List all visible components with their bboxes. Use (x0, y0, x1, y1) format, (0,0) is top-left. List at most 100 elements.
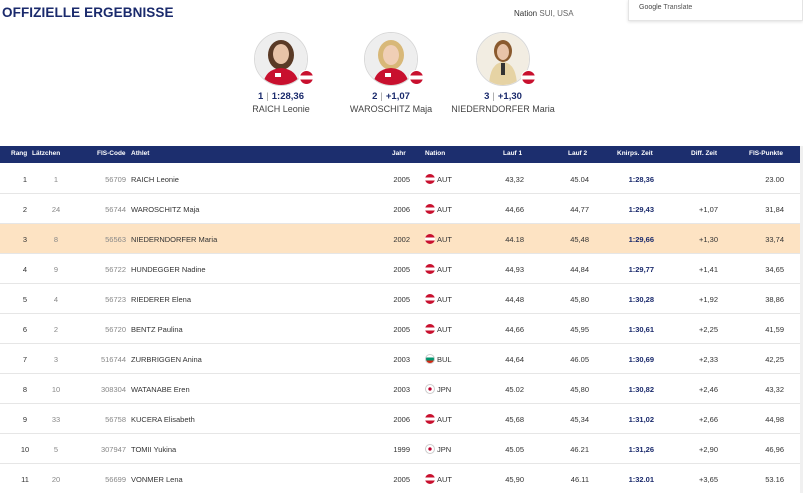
diff-time-cell: +1,30 (699, 235, 718, 244)
year-cell: 2003 (393, 385, 410, 394)
podium-name: RAICH Leonie (252, 104, 310, 114)
aut-flag-icon (425, 294, 435, 304)
header-lauf-1[interactable]: Lauf 1 (503, 150, 522, 157)
bib-cell: 33 (51, 415, 61, 424)
athlete-name-cell[interactable]: NIEDERNDORFER Maria (131, 235, 217, 244)
athlete-name-cell[interactable]: TOMII Yukina (131, 445, 176, 454)
run1-cell: 44,48 (505, 295, 524, 304)
total-time-cell: 1:30,82 (628, 385, 654, 394)
fis-code-cell: 516744 (100, 355, 126, 364)
nation-cell: AUT (437, 325, 452, 334)
athlete-name-cell[interactable]: RIEDERER Elena (131, 295, 191, 304)
fis-code-cell: 56699 (105, 475, 126, 484)
fis-code-cell: 56723 (105, 295, 126, 304)
header-fis-code[interactable]: FIS-Code (97, 150, 126, 157)
run1-cell: 44,66 (505, 205, 524, 214)
fis-code-cell: 56720 (105, 325, 126, 334)
podium-name: NIEDERNDORFER Maria (451, 104, 555, 114)
table-row[interactable]: 3 8 56563 NIEDERNDORFER Maria 2002 AUT 44.18 45… (0, 224, 800, 254)
run1-cell: 44.18 (505, 235, 524, 244)
header-rang[interactable]: Rang (11, 150, 27, 157)
podium-rank: 3 (484, 91, 490, 102)
header-total-time[interactable]: Knirps. Zeit (617, 150, 653, 157)
bib-cell: 20 (51, 475, 61, 484)
table-row[interactable]: 9 33 56758 KUCERA Elisabeth 2006 AUT 45,68 45,3… (0, 404, 800, 434)
year-cell: 2006 (393, 415, 410, 424)
austria-flag-icon (299, 70, 314, 85)
run2-cell: 45,95 (570, 325, 589, 334)
rank-cell: 4 (22, 265, 28, 274)
fis-code-cell: 56709 (105, 175, 126, 184)
podium-2[interactable]: 2 | +1,07 WAROSCHITZ Maja (331, 32, 451, 115)
header-latzchen[interactable]: Lätzchen (32, 150, 60, 157)
athlete-name-cell[interactable]: KUCERA Elisabeth (131, 415, 195, 424)
run1-cell: 45.02 (505, 385, 524, 394)
fis-points-cell: 33,74 (765, 235, 784, 244)
table-row[interactable]: 4 9 56722 HUNDEGGER Nadine 2005 AUT 44,93 44,84… (0, 254, 800, 284)
run2-cell: 44,77 (570, 205, 589, 214)
austria-flag-icon (409, 70, 424, 85)
header-nation[interactable]: Nation (425, 150, 445, 157)
rank-cell: 8 (22, 385, 28, 394)
total-time-cell: 1:28,36 (628, 175, 654, 184)
podium-3[interactable]: 3 | +1,30 NIEDERNDORFER Maria (443, 32, 563, 115)
header-diff-time[interactable]: Diff. Zeit (691, 150, 717, 157)
rank-cell: 7 (22, 355, 28, 364)
athlete-name-cell[interactable]: VONMER Lena (131, 475, 183, 484)
nation-cell: JPN (437, 445, 452, 454)
year-cell: 2005 (393, 265, 410, 274)
aut-flag-icon (425, 204, 435, 214)
table-row[interactable]: 6 2 56720 BENTZ Paulina 2005 AUT 44,66 45,95 1:3… (0, 314, 800, 344)
austria-flag-icon (521, 70, 536, 85)
fis-points-cell: 34,65 (765, 265, 784, 274)
athlete-name-cell[interactable]: ZURBRIGGEN Anina (131, 355, 202, 364)
bib-cell: 3 (53, 355, 59, 364)
run1-cell: 44,64 (505, 355, 524, 364)
athlete-name-cell[interactable]: BENTZ Paulina (131, 325, 183, 334)
total-time-cell: 1:30,69 (628, 355, 654, 364)
header-lauf-2[interactable]: Lauf 2 (568, 150, 587, 157)
table-row[interactable]: 7 3 516744 ZURBRIGGEN Anina 2003 BUL 44,64 46.0… (0, 344, 800, 374)
aut-flag-icon (425, 474, 435, 484)
nation-cell: AUT (437, 235, 452, 244)
diff-time-cell: +1,07 (699, 205, 718, 214)
athlete-name-cell[interactable]: WATANABE Eren (131, 385, 190, 394)
nation-filter[interactable]: Nation SUI, USA (514, 9, 574, 18)
fis-code-cell: 56758 (105, 415, 126, 424)
athlete-photo (254, 32, 314, 86)
header-jahr[interactable]: Jahr (392, 150, 406, 157)
total-time-cell: 1:32.01 (628, 475, 654, 484)
header-athlet[interactable]: Athlet (131, 150, 149, 157)
header-fis-punkte[interactable]: FIS-Punkte (749, 150, 783, 157)
run1-cell: 44,93 (505, 265, 524, 274)
table-row[interactable]: 1 1 56709 RAICH Leonie 2005 AUT 43,32 45.04 1:28… (0, 164, 800, 194)
total-time-cell: 1:30,28 (628, 295, 654, 304)
table-row[interactable]: 10 5 307947 TOMII Yukina 1999 JPN 45.05 46.21 1:… (0, 434, 800, 464)
google-label: Google (639, 4, 662, 11)
nation-cell: AUT (437, 175, 452, 184)
nation-cell: AUT (437, 265, 452, 274)
athlete-photo (476, 32, 536, 86)
run2-cell: 46.21 (570, 445, 589, 454)
run2-cell: 45,80 (570, 295, 589, 304)
nation-cell: JPN (437, 385, 452, 394)
athlete-name-cell[interactable]: HUNDEGGER Nadine (131, 265, 206, 274)
google-translate-widget[interactable]: Google Translate (628, 0, 803, 21)
bib-cell: 4 (53, 295, 59, 304)
athlete-name-cell[interactable]: WAROSCHITZ Maja (131, 205, 199, 214)
rank-cell: 5 (22, 295, 28, 304)
table-row[interactable]: 8 10 308304 WATANABE Eren 2003 JPN 45.02 45,80 1… (0, 374, 800, 404)
athlete-name-cell[interactable]: RAICH Leonie (131, 175, 179, 184)
year-cell: 2003 (393, 355, 410, 364)
table-row[interactable]: 5 4 56723 RIEDERER Elena 2005 AUT 44,48 45,80 1:… (0, 284, 800, 314)
table-row[interactable]: 2 24 56744 WAROSCHITZ Maja 2006 AUT 44,66 44,77… (0, 194, 800, 224)
table-row[interactable]: 11 20 56699 VONMER Lena 2005 AUT 45,90 46.11 1:3… (0, 464, 800, 493)
run2-cell: 45,48 (570, 235, 589, 244)
rank-cell: 1 (22, 175, 28, 184)
fis-points-cell: 53.16 (765, 475, 784, 484)
diff-time-cell: +2,25 (699, 325, 718, 334)
fis-points-cell: 43,32 (765, 385, 784, 394)
jpn-flag-icon (425, 444, 435, 454)
podium-time: 1:28,36 (271, 91, 304, 102)
podium-1[interactable]: 1 | 1:28,36 RAICH Leonie (221, 32, 341, 115)
